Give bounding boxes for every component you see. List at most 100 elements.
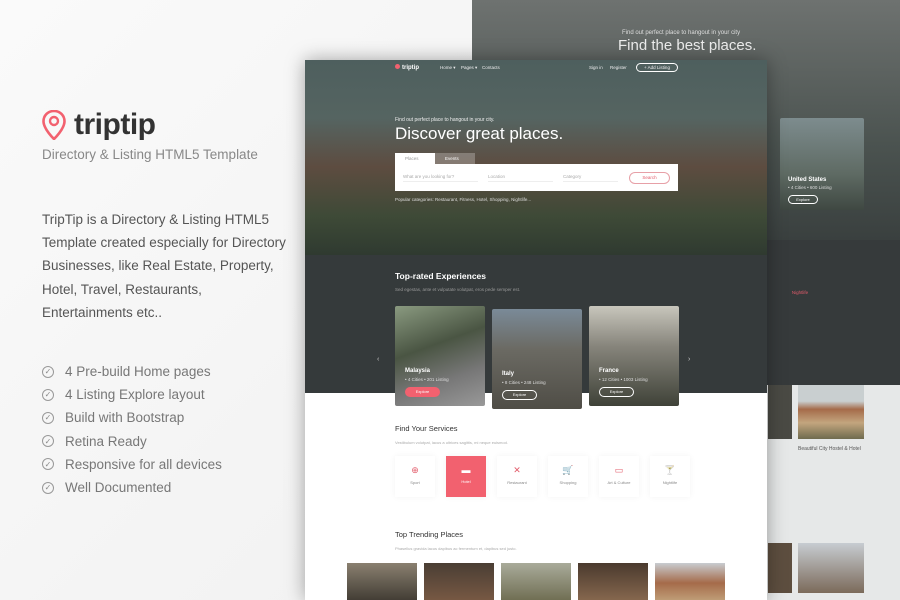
experience-card[interactable]: France • 12 Cities • 1003 Listing Explor…: [589, 306, 679, 406]
cocktail-icon: 🍸: [664, 465, 676, 475]
trending-place-card[interactable]: [424, 563, 494, 600]
service-restaurant[interactable]: ✕ Restaurant: [497, 456, 537, 497]
explore-button[interactable]: Explore: [788, 195, 818, 204]
services-title: Find Your Services: [395, 424, 458, 433]
website-mockup: triptip Home ▾ Pages ▾ Contacts Sign in …: [305, 60, 767, 600]
nav-pages[interactable]: Pages ▾: [461, 65, 477, 71]
trending-title: Top Trending Places: [395, 530, 463, 539]
sign-in-link[interactable]: Sign in: [589, 65, 603, 70]
product-description: TripTip is a Directory & Listing HTML5 T…: [42, 212, 286, 320]
check-circle-icon: ✓: [42, 458, 54, 471]
location-input[interactable]: Location: [488, 174, 553, 182]
sport-icon: ⊕: [411, 465, 419, 475]
background-thumb: [768, 385, 792, 439]
search-bar: What are you looking for? Location Categ…: [395, 164, 678, 191]
check-circle-icon: ✓: [42, 435, 54, 448]
service-hotel[interactable]: ▬ Hotel: [446, 456, 486, 497]
explore-button[interactable]: Explore: [599, 387, 634, 397]
country-name: France: [599, 368, 619, 374]
country-stats: • 8 Cities • 248 Listing: [502, 380, 546, 385]
background-hotel-image: [798, 385, 864, 439]
feature-item: ✓ Responsive for all devices: [42, 453, 222, 476]
map-pin-icon: [42, 110, 66, 140]
trending-place-card[interactable]: [501, 563, 571, 600]
bed-icon: ▬: [461, 465, 471, 475]
country-stats: • 4 Cities • 600 Listing: [788, 185, 832, 190]
logo-text: triptip: [402, 65, 419, 71]
carousel-prev-icon[interactable]: ‹: [377, 356, 379, 363]
background-hero-subtitle: Find out perfect place to hangout in you…: [622, 30, 741, 36]
keyword-input[interactable]: What are you looking for?: [403, 174, 478, 182]
popular-categories: Popular categories: Restaurant, Fitness,…: [395, 197, 532, 202]
experience-card[interactable]: Italy • 8 Cities • 248 Listing Explore: [492, 309, 582, 409]
service-label: Shopping: [559, 480, 577, 485]
category-select[interactable]: Category: [563, 174, 618, 182]
service-label: Hotel: [461, 479, 471, 484]
service-label: Art & Culture: [607, 480, 631, 485]
feature-label: Responsive for all devices: [65, 456, 222, 472]
check-circle-icon: ✓: [42, 411, 54, 424]
hero-image: [305, 60, 767, 255]
cart-icon: 🛒: [562, 465, 574, 475]
feature-label: 4 Listing Explore layout: [65, 387, 205, 403]
feature-item: ✓ Retina Ready: [42, 430, 222, 453]
hero-title: Discover great places.: [395, 124, 564, 143]
add-listing-button[interactable]: + Add Listing: [636, 63, 678, 72]
service-label: Restaurant: [507, 480, 527, 485]
mockup-logo[interactable]: triptip: [395, 64, 419, 71]
search-button[interactable]: Search: [629, 171, 670, 184]
services-subtitle: Vestibulum volutpat, lacus a ultrices sa…: [395, 440, 508, 445]
tab-events[interactable]: Events: [435, 153, 475, 164]
feature-item: ✓ 4 Listing Explore layout: [42, 383, 222, 406]
feature-label: Well Documented: [65, 480, 172, 496]
check-circle-icon: ✓: [42, 365, 54, 378]
explore-button[interactable]: Explore: [502, 390, 537, 400]
experiences-title: Top-rated Experiences: [395, 271, 487, 281]
feature-item: ✓ Build with Bootstrap: [42, 406, 222, 429]
background-hotel-name: Beautiful City Hostel & Hotel: [798, 446, 861, 452]
feature-item: ✓ 4 Pre-build Home pages: [42, 360, 222, 383]
background-service-nightlife: Nightlife: [791, 290, 809, 295]
experiences-subtitle: Sed egestas, ante et vulputate volutpat,…: [395, 287, 521, 292]
trending-subtitle: Phasellus gravida lacus dapibus ac ferme…: [395, 546, 517, 551]
hero-subtitle: Find out perfect place to hangout in you…: [395, 117, 495, 123]
trending-place-card[interactable]: [347, 563, 417, 600]
cutlery-icon: ✕: [513, 465, 521, 475]
service-shopping[interactable]: 🛒 Shopping: [548, 456, 588, 497]
country-name: United States: [788, 177, 827, 183]
country-stats: • 4 Cities • 201 Listing: [405, 377, 449, 382]
experience-card[interactable]: Malaysia • 4 Cities • 201 Listing Explor…: [395, 306, 485, 406]
country-name: Malaysia: [405, 368, 431, 374]
ticket-icon: ▭: [614, 465, 624, 475]
tab-places[interactable]: Places: [395, 153, 435, 164]
register-link[interactable]: Register: [610, 65, 627, 70]
service-art-culture[interactable]: ▭ Art & Culture: [599, 456, 639, 497]
brand-name: triptip: [74, 108, 156, 141]
service-sport[interactable]: ⊕ Sport: [395, 456, 435, 497]
nav-contacts[interactable]: Contacts: [482, 65, 500, 70]
brand-tagline: Directory & Listing HTML5 Template: [42, 147, 258, 162]
background-thumb: [798, 543, 864, 593]
check-circle-icon: ✓: [42, 388, 54, 401]
feature-item: ✓ Well Documented: [42, 476, 222, 499]
background-country-card: United States • 4 Cities • 600 Listing E…: [780, 118, 864, 210]
carousel-next-icon[interactable]: ›: [688, 356, 690, 363]
feature-label: Retina Ready: [65, 433, 147, 449]
service-label: Nightlife: [662, 480, 678, 485]
service-label: Sport: [410, 480, 420, 485]
services-grid: ⊕ Sport ▬ Hotel ✕ Restaurant 🛒 Shopping ▭ Art…: [395, 456, 690, 497]
search-tabs: Places Events: [395, 153, 475, 164]
nav-home[interactable]: Home ▾: [440, 65, 456, 71]
country-name: Italy: [502, 371, 515, 377]
background-thumb: [768, 543, 792, 593]
brand-logo: triptip: [42, 108, 156, 142]
trending-place-card[interactable]: [578, 563, 648, 600]
mockup-nav: triptip Home ▾ Pages ▾ Contacts Sign in …: [305, 60, 767, 76]
service-nightlife[interactable]: 🍸 Nightlife: [650, 456, 690, 497]
trending-place-card[interactable]: [655, 563, 725, 600]
feature-list: ✓ 4 Pre-build Home pages ✓ 4 Listing Explo…: [42, 360, 222, 499]
background-hero-title: Find the best places.: [618, 37, 757, 54]
country-stats: • 12 Cities • 1003 Listing: [599, 377, 648, 382]
explore-button[interactable]: Explore: [405, 387, 440, 397]
pin-icon: [395, 64, 400, 69]
